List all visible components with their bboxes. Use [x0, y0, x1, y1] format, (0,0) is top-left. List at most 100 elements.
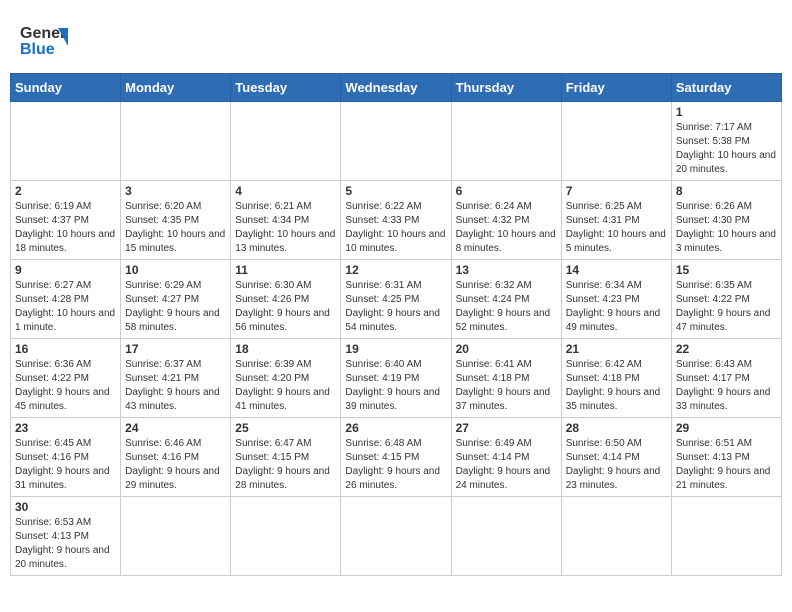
day-info: Sunrise: 6:42 AM Sunset: 4:18 PM Dayligh… [566, 358, 667, 414]
day-number: 9 [15, 263, 116, 277]
calendar-cell: 1 Sunrise: 7:17 AM Sunset: 5:38 PM Daylig… [671, 102, 781, 181]
day-number: 17 [125, 342, 226, 356]
day-number: 1 [676, 105, 777, 119]
day-number: 24 [125, 421, 226, 435]
calendar-cell: 30 Sunrise: 6:53 AM Sunset: 4:13 PM Dayli… [11, 497, 121, 576]
day-info: Sunrise: 6:37 AM Sunset: 4:21 PM Dayligh… [125, 358, 226, 414]
calendar-cell: 19 Sunrise: 6:40 AM Sunset: 4:19 PM Dayli… [341, 339, 451, 418]
day-info: Sunrise: 6:48 AM Sunset: 4:15 PM Dayligh… [345, 437, 446, 493]
day-info: Sunrise: 6:53 AM Sunset: 4:13 PM Dayligh… [15, 516, 116, 572]
day-of-week-header: Saturday [671, 74, 781, 102]
calendar-cell [561, 102, 671, 181]
day-of-week-header: Wednesday [341, 74, 451, 102]
day-info: Sunrise: 6:35 AM Sunset: 4:22 PM Dayligh… [676, 279, 777, 335]
day-number: 7 [566, 184, 667, 198]
day-info: Sunrise: 6:19 AM Sunset: 4:37 PM Dayligh… [15, 200, 116, 256]
calendar-cell [451, 497, 561, 576]
day-number: 8 [676, 184, 777, 198]
calendar-cell: 22 Sunrise: 6:43 AM Sunset: 4:17 PM Dayli… [671, 339, 781, 418]
calendar-cell [121, 102, 231, 181]
calendar-cell: 24 Sunrise: 6:46 AM Sunset: 4:16 PM Dayli… [121, 418, 231, 497]
svg-text:General: General [20, 25, 68, 42]
day-number: 22 [676, 342, 777, 356]
day-info: Sunrise: 6:36 AM Sunset: 4:22 PM Dayligh… [15, 358, 116, 414]
day-number: 27 [456, 421, 557, 435]
day-info: Sunrise: 6:43 AM Sunset: 4:17 PM Dayligh… [676, 358, 777, 414]
calendar-cell [341, 102, 451, 181]
day-info: Sunrise: 6:46 AM Sunset: 4:16 PM Dayligh… [125, 437, 226, 493]
calendar-cell: 11 Sunrise: 6:30 AM Sunset: 4:26 PM Dayli… [231, 260, 341, 339]
day-number: 18 [235, 342, 336, 356]
calendar-cell: 8 Sunrise: 6:26 AM Sunset: 4:30 PM Daylig… [671, 181, 781, 260]
calendar-cell [231, 497, 341, 576]
day-info: Sunrise: 6:20 AM Sunset: 4:35 PM Dayligh… [125, 200, 226, 256]
calendar-cell: 21 Sunrise: 6:42 AM Sunset: 4:18 PM Dayli… [561, 339, 671, 418]
day-number: 12 [345, 263, 446, 277]
day-info: Sunrise: 6:40 AM Sunset: 4:19 PM Dayligh… [345, 358, 446, 414]
day-info: Sunrise: 6:25 AM Sunset: 4:31 PM Dayligh… [566, 200, 667, 256]
day-number: 20 [456, 342, 557, 356]
calendar-cell [671, 497, 781, 576]
calendar-cell [231, 102, 341, 181]
calendar-cell [451, 102, 561, 181]
day-number: 13 [456, 263, 557, 277]
day-number: 5 [345, 184, 446, 198]
day-info: Sunrise: 6:29 AM Sunset: 4:27 PM Dayligh… [125, 279, 226, 335]
day-number: 30 [15, 500, 116, 514]
calendar-cell: 9Sunrise: 6:27 AM Sunset: 4:28 PM Daylig… [11, 260, 121, 339]
calendar-cell: 7 Sunrise: 6:25 AM Sunset: 4:31 PM Daylig… [561, 181, 671, 260]
calendar-cell: 20 Sunrise: 6:41 AM Sunset: 4:18 PM Dayli… [451, 339, 561, 418]
calendar-week-row: 16Sunrise: 6:36 AM Sunset: 4:22 PM Dayli… [11, 339, 782, 418]
calendar-cell: 5 Sunrise: 6:22 AM Sunset: 4:33 PM Daylig… [341, 181, 451, 260]
day-info: Sunrise: 6:39 AM Sunset: 4:20 PM Dayligh… [235, 358, 336, 414]
day-number: 2 [15, 184, 116, 198]
day-info: Sunrise: 6:22 AM Sunset: 4:33 PM Dayligh… [345, 200, 446, 256]
calendar-cell: 15 Sunrise: 6:35 AM Sunset: 4:22 PM Dayli… [671, 260, 781, 339]
day-of-week-header: Thursday [451, 74, 561, 102]
calendar-header-row: SundayMondayTuesdayWednesdayThursdayFrid… [11, 74, 782, 102]
calendar-cell: 18 Sunrise: 6:39 AM Sunset: 4:20 PM Dayli… [231, 339, 341, 418]
logo-icon: General Blue [20, 18, 68, 63]
calendar-cell [121, 497, 231, 576]
day-info: Sunrise: 6:45 AM Sunset: 4:16 PM Dayligh… [15, 437, 116, 493]
day-number: 15 [676, 263, 777, 277]
calendar-cell: 27 Sunrise: 6:49 AM Sunset: 4:14 PM Dayli… [451, 418, 561, 497]
day-info: Sunrise: 6:34 AM Sunset: 4:23 PM Dayligh… [566, 279, 667, 335]
calendar-cell: 2 Sunrise: 6:19 AM Sunset: 4:37 PM Daylig… [11, 181, 121, 260]
calendar-cell: 10Sunrise: 6:29 AM Sunset: 4:27 PM Dayli… [121, 260, 231, 339]
day-info: Sunrise: 6:30 AM Sunset: 4:26 PM Dayligh… [235, 279, 336, 335]
calendar-cell [11, 102, 121, 181]
day-number: 11 [235, 263, 336, 277]
calendar-cell: 17 Sunrise: 6:37 AM Sunset: 4:21 PM Dayli… [121, 339, 231, 418]
day-info: Sunrise: 6:49 AM Sunset: 4:14 PM Dayligh… [456, 437, 557, 493]
calendar-cell: 23Sunrise: 6:45 AM Sunset: 4:16 PM Dayli… [11, 418, 121, 497]
day-info: Sunrise: 6:24 AM Sunset: 4:32 PM Dayligh… [456, 200, 557, 256]
day-number: 6 [456, 184, 557, 198]
day-info: Sunrise: 6:21 AM Sunset: 4:34 PM Dayligh… [235, 200, 336, 256]
day-info: Sunrise: 6:41 AM Sunset: 4:18 PM Dayligh… [456, 358, 557, 414]
day-info: Sunrise: 6:31 AM Sunset: 4:25 PM Dayligh… [345, 279, 446, 335]
calendar-week-row: 2 Sunrise: 6:19 AM Sunset: 4:37 PM Daylig… [11, 181, 782, 260]
calendar-cell: 28Sunrise: 6:50 AM Sunset: 4:14 PM Dayli… [561, 418, 671, 497]
calendar-week-row: 9Sunrise: 6:27 AM Sunset: 4:28 PM Daylig… [11, 260, 782, 339]
calendar-cell: 25 Sunrise: 6:47 AM Sunset: 4:15 PM Dayli… [231, 418, 341, 497]
day-number: 28 [566, 421, 667, 435]
calendar-cell: 16Sunrise: 6:36 AM Sunset: 4:22 PM Dayli… [11, 339, 121, 418]
day-info: Sunrise: 6:26 AM Sunset: 4:30 PM Dayligh… [676, 200, 777, 256]
calendar-cell: 26Sunrise: 6:48 AM Sunset: 4:15 PM Dayli… [341, 418, 451, 497]
day-of-week-header: Friday [561, 74, 671, 102]
day-info: Sunrise: 6:47 AM Sunset: 4:15 PM Dayligh… [235, 437, 336, 493]
day-of-week-header: Tuesday [231, 74, 341, 102]
calendar-week-row: 23Sunrise: 6:45 AM Sunset: 4:16 PM Dayli… [11, 418, 782, 497]
day-info: Sunrise: 6:51 AM Sunset: 4:13 PM Dayligh… [676, 437, 777, 493]
day-number: 25 [235, 421, 336, 435]
calendar-cell: 13Sunrise: 6:32 AM Sunset: 4:24 PM Dayli… [451, 260, 561, 339]
day-number: 19 [345, 342, 446, 356]
day-number: 3 [125, 184, 226, 198]
day-info: Sunrise: 7:17 AM Sunset: 5:38 PM Dayligh… [676, 121, 777, 177]
page-header: General Blue [10, 10, 782, 73]
day-number: 21 [566, 342, 667, 356]
day-number: 14 [566, 263, 667, 277]
calendar-week-row: 30 Sunrise: 6:53 AM Sunset: 4:13 PM Dayli… [11, 497, 782, 576]
calendar-week-row: 1 Sunrise: 7:17 AM Sunset: 5:38 PM Daylig… [11, 102, 782, 181]
